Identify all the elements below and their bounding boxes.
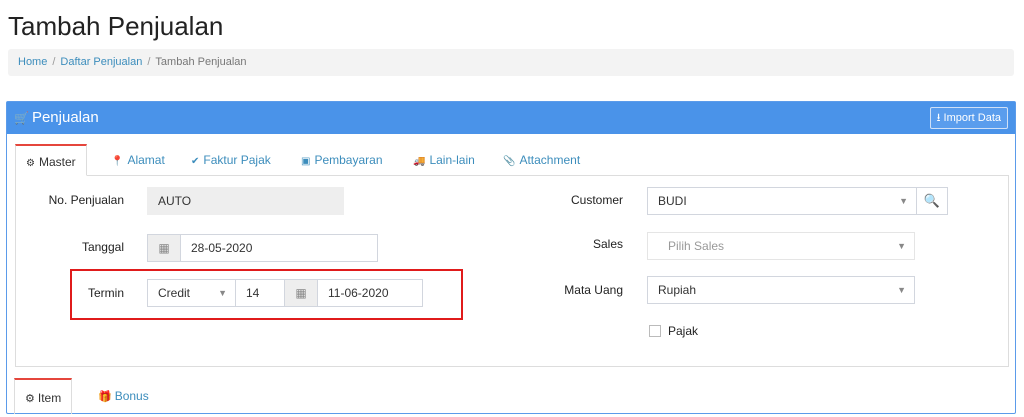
breadcrumb-current: Tambah Penjualan <box>155 56 247 68</box>
caret-down-icon: ▼ <box>897 241 906 251</box>
breadcrumb-separator: / <box>147 56 151 68</box>
tab-lain-lain[interactable]: 🚚 Lain-lain <box>403 144 485 176</box>
tab-alamat[interactable]: 📍 Alamat <box>101 144 175 176</box>
panel-title: 🛒 Penjualan <box>14 109 99 126</box>
no-penjualan-label: No. Penjualan <box>48 193 124 207</box>
mata-uang-label: Mata Uang <box>564 283 623 297</box>
cubes-icon: ⚙ <box>25 393 35 405</box>
termin-days-input[interactable]: 14 <box>235 279 285 307</box>
shopping-cart-icon: 🛒 <box>14 111 29 125</box>
truck-icon: 🚚 <box>413 156 426 167</box>
termin-due-date-input[interactable]: 11-06-2020 <box>317 279 423 307</box>
tab-faktur-pajak[interactable]: ✔ Faktur Pajak <box>181 144 281 176</box>
caret-down-icon: ▼ <box>899 196 908 206</box>
tanggal-label: Tanggal <box>81 240 124 254</box>
form-tabs: ⚙ Master 📍 Alamat ✔ Faktur Pajak ▣ Pembayara… <box>15 144 1009 176</box>
gift-icon: 🎁 <box>98 391 112 403</box>
tab-bonus[interactable]: 🎁 Bonus <box>88 378 159 414</box>
termin-label: Termin <box>87 286 124 300</box>
customer-search-button[interactable]: 🔍 <box>916 187 948 215</box>
tanggal-input[interactable]: 28-05-2020 <box>180 234 378 262</box>
customer-select[interactable]: BUDI ▼ <box>647 187 917 215</box>
search-icon: 🔍 <box>923 193 941 208</box>
sales-label: Sales <box>592 237 623 251</box>
page-title: Tambah Penjualan <box>8 11 224 41</box>
paperclip-icon: 📎 <box>503 156 516 167</box>
tab-attachment[interactable]: 📎 Attachment <box>493 144 590 176</box>
customer-label: Customer <box>570 193 623 207</box>
cogs-icon: ⚙ <box>26 158 35 169</box>
breadcrumb: Home / Daftar Penjualan / Tambah Penjualan <box>8 49 1014 76</box>
no-penjualan-field: AUTO <box>147 187 344 215</box>
caret-down-icon: ▼ <box>897 285 906 295</box>
caret-down-icon: ▼ <box>218 288 227 298</box>
map-marker-icon: 📍 <box>111 156 124 167</box>
check-circle-icon: ✔ <box>191 156 200 167</box>
download-icon: ⭳ <box>936 112 941 124</box>
breadcrumb-separator: / <box>52 56 56 68</box>
panel-header: 🛒 Penjualan ⭳ Import Data <box>7 102 1015 134</box>
termin-type-select[interactable]: Credit ▼ <box>147 279 236 307</box>
breadcrumb-home-link[interactable]: Home <box>18 56 47 68</box>
sales-select[interactable]: Pilih Sales ▼ <box>647 232 915 260</box>
tab-item[interactable]: ⚙ Item <box>14 378 73 414</box>
calendar-icon[interactable]: ▦ <box>147 234 181 262</box>
pajak-label: Pajak <box>668 324 699 338</box>
mata-uang-select[interactable]: Rupiah ▼ <box>647 276 915 304</box>
pajak-checkbox[interactable] <box>649 325 661 337</box>
money-icon: ▣ <box>301 156 311 167</box>
tab-pembayaran[interactable]: ▣ Pembayaran <box>291 144 393 176</box>
calendar-icon[interactable]: ▦ <box>284 279 318 307</box>
item-tabs: ⚙ Item 🎁 Bonus <box>14 378 1014 414</box>
tab-master[interactable]: ⚙ Master <box>15 144 87 176</box>
breadcrumb-list-link[interactable]: Daftar Penjualan <box>60 56 142 68</box>
import-data-button[interactable]: ⭳ Import Data <box>929 107 1008 129</box>
